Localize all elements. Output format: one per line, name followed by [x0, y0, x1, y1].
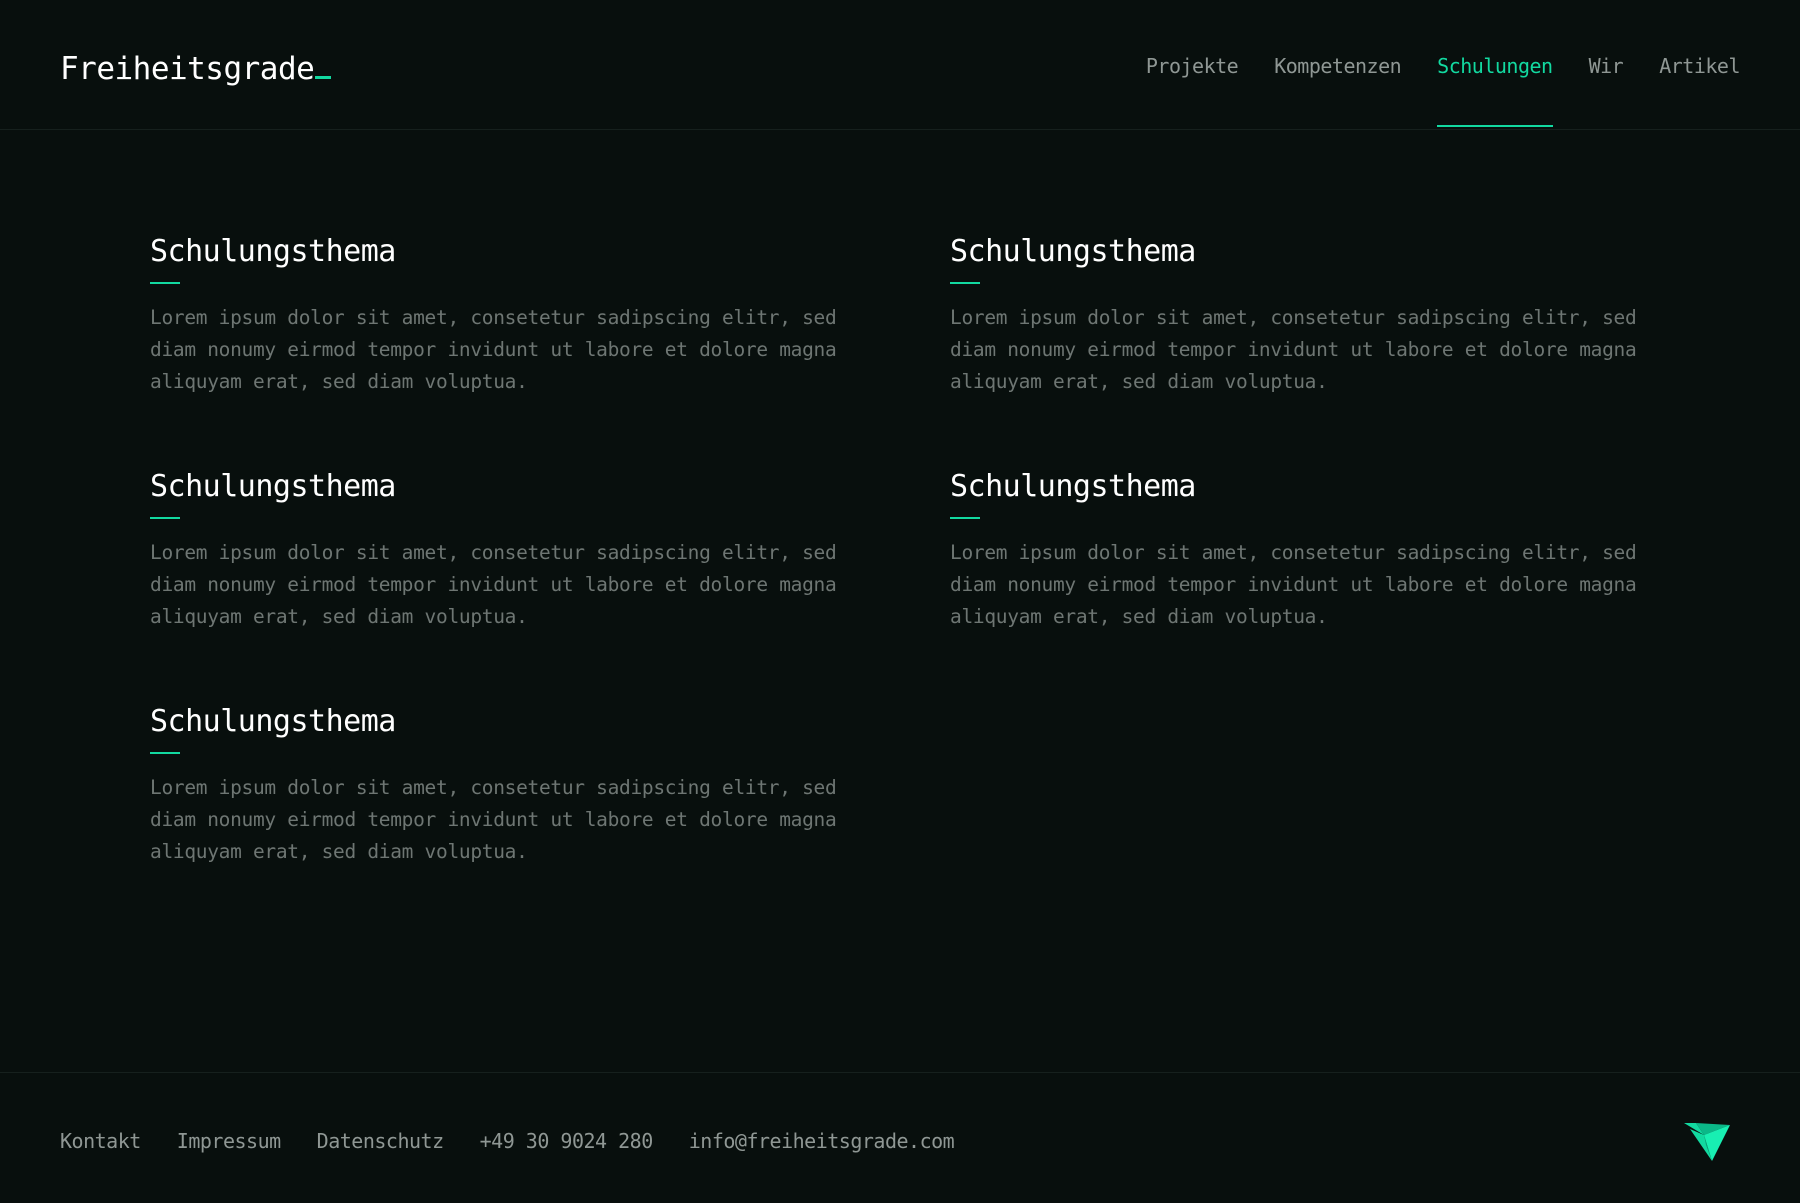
- nav-item-projekte[interactable]: Projekte: [1146, 52, 1239, 130]
- topic-title: Schulungsthema: [950, 234, 1196, 269]
- footer-phone-link[interactable]: +49 30 9024 280: [480, 1127, 654, 1155]
- topic-card: Schulungsthema Lorem ipsum dolor sit ame…: [150, 232, 950, 399]
- footer-links: Kontakt Impressum Datenschutz +49 30 902…: [60, 1127, 955, 1155]
- site-logo-text: Freiheitsgrade: [60, 51, 315, 87]
- topic-title-underline: [950, 517, 980, 519]
- training-topics-grid: Schulungsthema Lorem ipsum dolor sit ame…: [150, 232, 1650, 869]
- logo-cursor: [315, 76, 332, 79]
- topic-title-underline: [150, 282, 180, 284]
- topic-description: Lorem ipsum dolor sit amet, consetetur s…: [950, 541, 1637, 628]
- topic-title: Schulungsthema: [150, 234, 396, 269]
- topic-description: Lorem ipsum dolor sit amet, consetetur s…: [950, 306, 1637, 393]
- site-footer: Kontakt Impressum Datenschutz +49 30 902…: [0, 1072, 1800, 1203]
- nav-item-wir[interactable]: Wir: [1589, 52, 1624, 130]
- topic-title-underline: [150, 752, 180, 754]
- nav-item-schulungen[interactable]: Schulungen: [1437, 52, 1553, 130]
- topic-card: Schulungsthema Lorem ipsum dolor sit ame…: [950, 467, 1650, 634]
- topic-title: Schulungsthema: [150, 704, 396, 739]
- topic-description: Lorem ipsum dolor sit amet, consetetur s…: [150, 776, 837, 863]
- footer-link-impressum[interactable]: Impressum: [177, 1127, 281, 1155]
- site-header: Freiheitsgrade Projekte Kompetenzen Schu…: [0, 0, 1800, 130]
- topic-title-underline: [950, 282, 980, 284]
- topic-title: Schulungsthema: [150, 469, 396, 504]
- topic-title-underline: [150, 517, 180, 519]
- topic-card: Schulungsthema Lorem ipsum dolor sit ame…: [950, 232, 1650, 399]
- footer-email-link[interactable]: info@freiheitsgrade.com: [689, 1127, 955, 1155]
- topic-card: Schulungsthema Lorem ipsum dolor sit ame…: [150, 467, 950, 634]
- footer-link-datenschutz[interactable]: Datenschutz: [317, 1127, 444, 1155]
- site-logo[interactable]: Freiheitsgrade: [60, 50, 332, 88]
- topic-title: Schulungsthema: [950, 469, 1196, 504]
- nav-item-artikel[interactable]: Artikel: [1659, 52, 1740, 130]
- footer-link-kontakt[interactable]: Kontakt: [60, 1127, 141, 1155]
- main-nav: Projekte Kompetenzen Schulungen Wir Arti…: [1146, 52, 1740, 130]
- topic-description: Lorem ipsum dolor sit amet, consetetur s…: [150, 541, 837, 628]
- origami-bird-icon: [1684, 1123, 1730, 1161]
- topic-description: Lorem ipsum dolor sit amet, consetetur s…: [150, 306, 837, 393]
- nav-item-kompetenzen[interactable]: Kompetenzen: [1274, 52, 1401, 130]
- topic-card: Schulungsthema Lorem ipsum dolor sit ame…: [150, 702, 950, 869]
